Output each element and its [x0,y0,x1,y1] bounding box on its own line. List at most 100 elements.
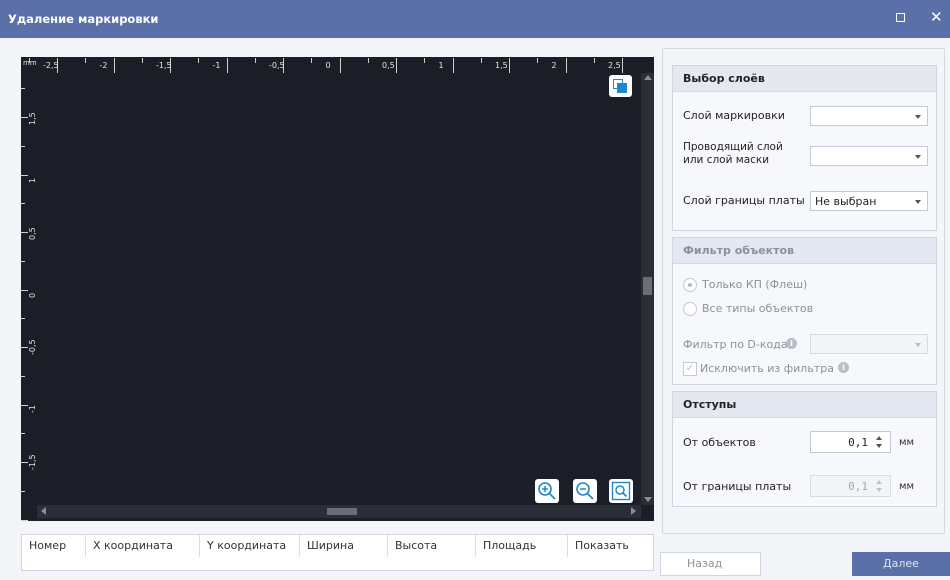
from-objects-stepper[interactable]: 0,1 [810,431,891,453]
layers-icon[interactable] [609,75,632,97]
objects-table-body[interactable] [21,557,654,571]
ruler-tick [21,232,28,233]
ruler-minor-tick [367,58,369,63]
ruler-minor-tick [21,433,25,435]
ruler-minor-tick [593,58,595,63]
ruler-tick [113,58,115,73]
column-header[interactable]: Показать [568,535,653,557]
board-border-select[interactable]: Не выбран [810,191,928,211]
ruler-minor-tick [198,58,200,63]
ruler-minor-tick [21,490,25,492]
offsets-section: Отступы От объектов 0,1 мм От границы пл… [672,391,937,507]
column-header[interactable]: Ширина [300,535,388,557]
ruler-tick [226,58,228,73]
ruler-tick [452,58,454,73]
next-button[interactable]: Далее [852,552,950,576]
ruler-minor-tick [311,58,313,63]
dcode-filter-label: Фильтр по D-кодам [683,338,796,351]
stepper-up-icon[interactable] [876,480,882,484]
exclude-checkbox[interactable]: ✓ [683,362,697,376]
filter-section: Фильтр объектов Только КП (Флеш) Все тип… [672,237,937,385]
ruler-minor-tick [537,58,539,63]
stepper-up-icon[interactable] [876,436,882,440]
stepper-down-icon[interactable] [876,444,882,448]
ruler-label: 0,5 [28,227,37,240]
from-border-label: От границы платы [683,480,792,493]
from-border-stepper[interactable]: 0,1 [810,475,891,497]
ruler-label: 1,5 [495,61,508,70]
zoom-fit-icon[interactable] [609,479,633,503]
vertical-ruler: 1,5 1 0,5 0 -0,5 -1 -1,5 -2 [21,57,37,521]
close-icon[interactable]: ✕ [930,8,943,26]
section-title: Отступы [673,392,936,418]
ruler-label: 1,5 [28,112,37,125]
chevron-down-icon [915,200,921,204]
ruler-label: -1 [28,404,37,413]
ruler-label: -0,5 [28,339,37,355]
ruler-tick [565,58,567,73]
ruler-minor-tick [424,58,426,63]
preview-canvas[interactable]: mm -2,5 -2 -1,5 -1 -0,5 0 0,5 1 1,5 2 2,5 1,5 1 0,5 0… [21,57,654,521]
ruler-minor-tick [254,58,256,63]
conductive-layer-label: Проводящий слой или слой маски [683,141,783,166]
ruler-label: -2,5 [43,61,59,70]
ruler-label: -1,5 [28,454,37,470]
ruler-label: 1 [438,61,444,70]
info-icon[interactable]: i [838,362,849,373]
window-title: Удаление маркировки [8,12,159,26]
column-header[interactable]: Площадь [476,535,568,557]
dcode-filter-select[interactable] [810,334,928,354]
ruler-tick [21,519,28,521]
maximize-icon[interactable] [896,13,905,22]
ruler-minor-tick [21,145,25,147]
title-bar: Удаление маркировки ✕ [0,0,950,38]
canvas-horizontal-scrollbar[interactable] [37,505,641,518]
ruler-tick [339,58,341,73]
zoom-out-icon[interactable] [573,479,597,503]
ruler-tick [622,58,623,73]
zoom-in-icon[interactable] [535,479,559,503]
ruler-label: -2 [99,61,108,70]
chevron-down-icon [915,343,921,347]
radio-all-types-label: Все типы объектов [702,302,814,315]
info-icon[interactable]: i [786,338,797,349]
column-header[interactable]: Высота [388,535,476,557]
ruler-minor-tick [141,58,143,63]
ruler-tick [21,117,28,118]
ruler-minor-tick [21,88,25,90]
canvas-vertical-scrollbar[interactable] [641,73,654,505]
marking-layer-label: Слой маркировки [683,109,785,122]
ruler-minor-tick [21,318,25,320]
ruler-label: -0,5 [269,61,285,70]
ruler-label: 0 [325,61,331,70]
stepper-down-icon[interactable] [876,488,882,492]
marking-layer-select[interactable] [810,106,928,126]
ruler-tick [21,347,28,348]
ruler-tick [21,404,28,406]
settings-panel: Выбор слоёв Слой маркировки Проводящий с… [662,48,945,534]
chevron-down-icon [915,115,921,119]
ruler-label: -2 [28,520,37,521]
ruler-minor-tick [85,58,87,63]
chevron-down-icon [915,155,921,159]
unit-label: мм [899,437,915,448]
unit-label: мм [899,481,915,492]
ruler-tick [21,174,28,176]
exclude-label: Исключить из фильтра [700,362,834,375]
column-header[interactable]: X координата [86,535,200,557]
ruler-tick [21,462,28,463]
conductive-layer-select[interactable] [810,146,928,166]
radio-pads-only-label: Только КП (Флеш) [702,278,808,291]
column-header[interactable]: Y координата [200,535,300,557]
from-objects-label: От объектов [683,436,756,449]
objects-table-header: Номер X координата Y координата Ширина В… [21,534,654,558]
radio-all-types[interactable] [683,302,697,316]
back-button[interactable]: Назад [660,552,761,576]
board-border-label: Слой границы платы [683,194,805,207]
radio-pads-only[interactable] [683,278,697,292]
ruler-minor-tick [21,375,25,377]
ruler-label: -1,5 [156,61,172,70]
ruler-label: 2 [551,61,557,70]
column-header[interactable]: Номер [22,535,86,557]
layers-section: Выбор слоёв Слой маркировки Проводящий с… [672,65,937,231]
